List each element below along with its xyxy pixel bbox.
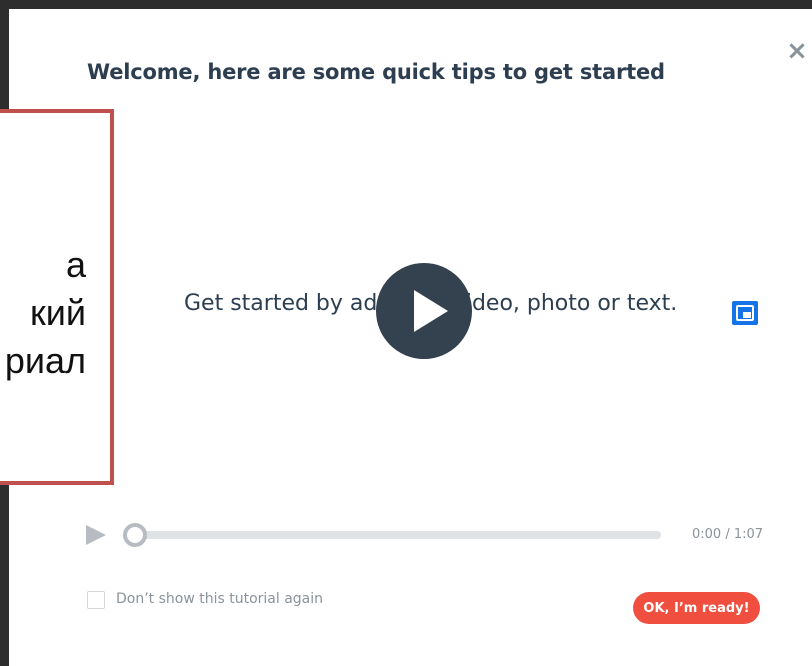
modal-title: Welcome, here are some quick tips to get…: [87, 60, 665, 84]
annotation-overlay: а кий риал: [0, 109, 114, 485]
play-button[interactable]: [86, 525, 106, 545]
picture-in-picture-icon[interactable]: [732, 301, 758, 325]
tutorial-modal: × Welcome, here are some quick tips to g…: [9, 9, 812, 666]
close-icon[interactable]: ×: [785, 38, 809, 64]
progress-thumb[interactable]: [123, 523, 147, 547]
annotation-text: а кий риал: [4, 244, 86, 381]
play-icon[interactable]: [376, 263, 472, 359]
dont-show-again-checkbox[interactable]: [87, 591, 105, 609]
dont-show-again-label: Don’t show this tutorial again: [116, 591, 324, 607]
progress-bar[interactable]: [129, 531, 661, 539]
ok-ready-button[interactable]: OK, I’m ready!: [633, 592, 760, 624]
time-display: 0:00 / 1:07: [692, 527, 764, 542]
